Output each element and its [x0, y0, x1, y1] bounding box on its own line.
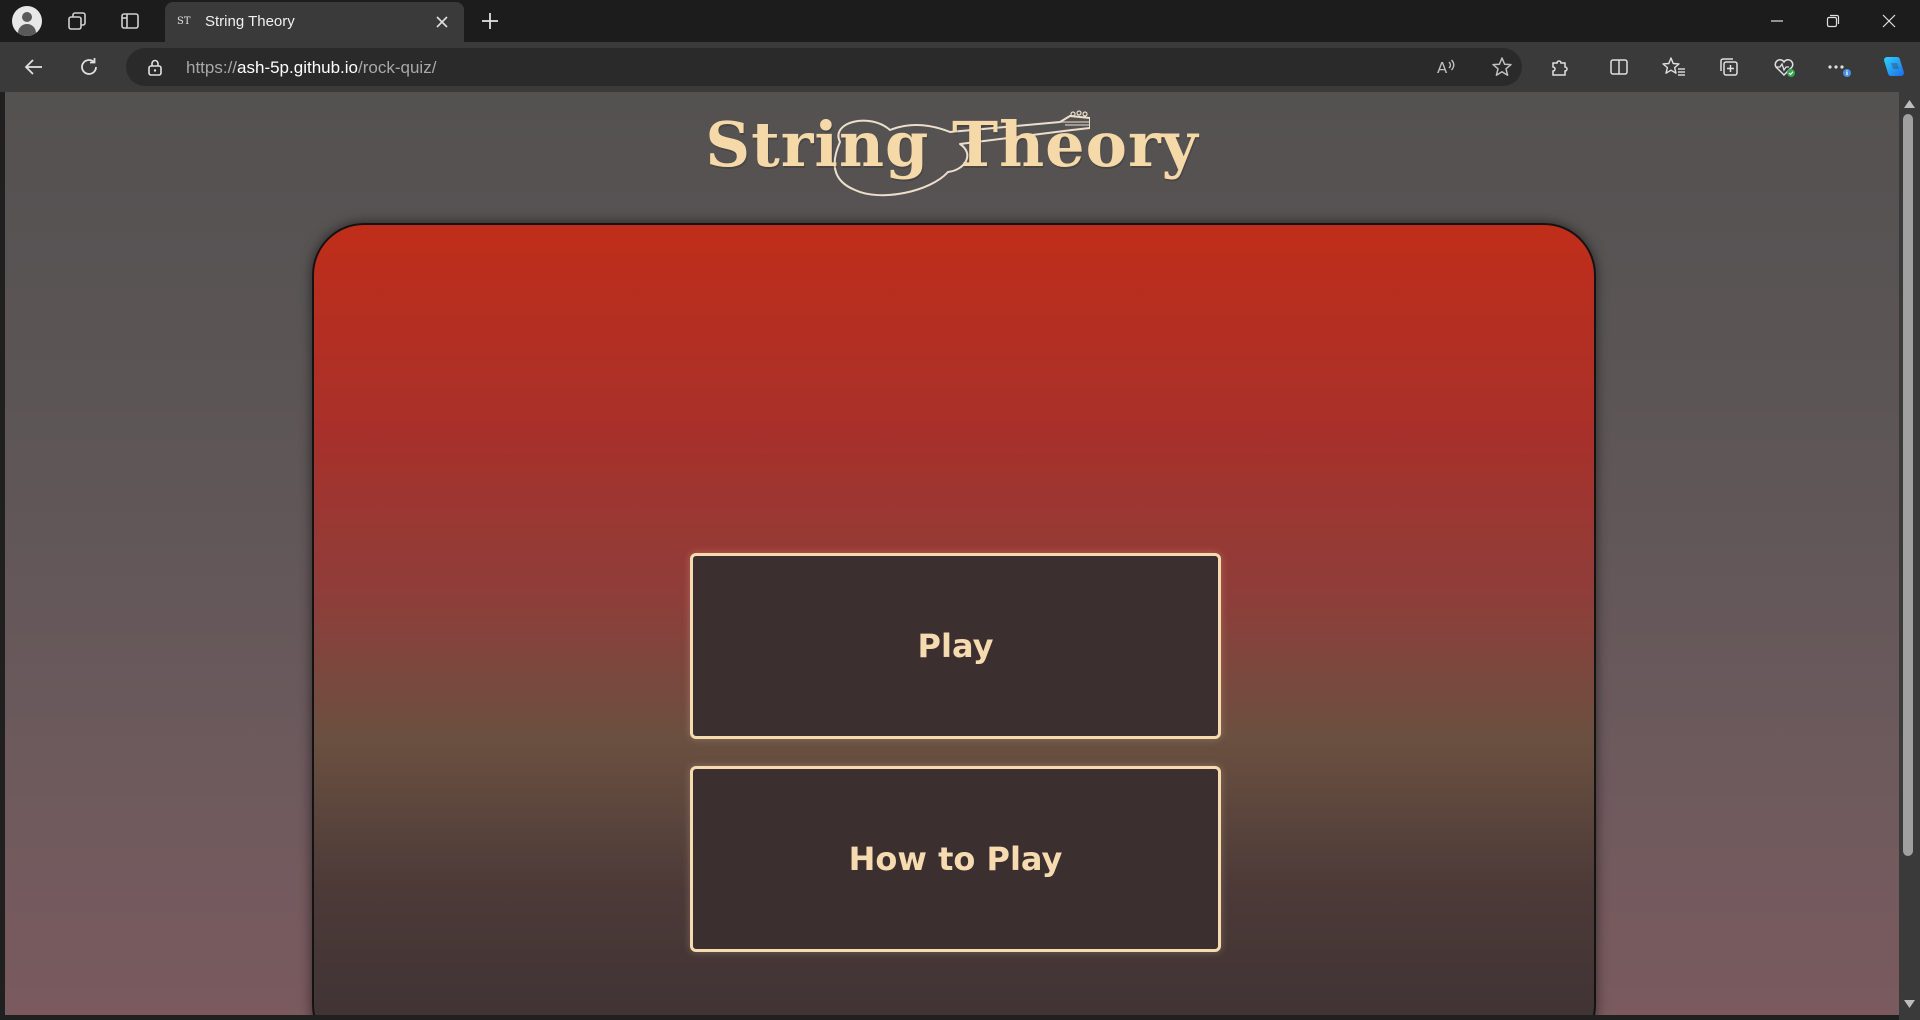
back-arrow-icon [24, 59, 42, 75]
menu-card: Play How to Play [312, 223, 1596, 1015]
copilot-button[interactable] [1877, 51, 1909, 83]
star-icon [1492, 57, 1512, 76]
play-button[interactable]: Play [690, 553, 1221, 739]
vertical-tabs-icon [121, 13, 139, 29]
read-aloud-button[interactable]: A [1430, 51, 1462, 83]
workspaces-button[interactable] [61, 5, 93, 37]
more-button[interactable] [1823, 51, 1855, 83]
site-logo[interactable]: String Theory [5, 92, 1899, 222]
scroll-up-arrow-icon[interactable] [1904, 100, 1915, 108]
vertical-tabs-button[interactable] [114, 5, 146, 37]
refresh-button[interactable] [73, 51, 105, 83]
extensions-button[interactable] [1543, 51, 1575, 83]
new-tab-button[interactable] [474, 5, 506, 37]
split-screen-icon [1610, 59, 1628, 75]
more-icon [1828, 65, 1851, 77]
page-viewport: String Theory Play How to Play [5, 92, 1899, 1015]
copilot-icon [1884, 57, 1904, 76]
restore-button[interactable] [1805, 0, 1861, 42]
browser-window: ST String Theory https://ash-5p.github.i… [0, 0, 1920, 1020]
workspaces-icon [68, 12, 86, 30]
logo-text: String Theory [705, 108, 1199, 181]
favorites-button[interactable] [1658, 51, 1690, 83]
tab-title: String Theory [205, 13, 295, 30]
tab-active[interactable]: ST String Theory [165, 2, 464, 42]
scroll-down-arrow-icon[interactable] [1904, 1000, 1915, 1008]
profile-button[interactable] [11, 5, 43, 37]
lock-icon [148, 59, 162, 76]
how-to-play-button[interactable]: How to Play [690, 766, 1221, 952]
url-text[interactable]: https://ash-5p.github.io/rock-quiz/ [186, 58, 436, 78]
tab-close-button[interactable] [430, 10, 454, 34]
refresh-icon [81, 58, 97, 75]
minimize-button[interactable] [1749, 0, 1805, 42]
tab-strip: ST String Theory [0, 0, 1920, 42]
url-host: ash-5p.github.io [237, 58, 359, 77]
add-favorite-button[interactable] [1486, 51, 1518, 83]
close-icon [436, 16, 448, 28]
close-icon [1882, 14, 1896, 28]
address-bar[interactable]: https://ash-5p.github.io/rock-quiz/ A [126, 48, 1522, 86]
heart-pulse-icon [1774, 59, 1795, 77]
browser-essentials-button[interactable] [1768, 51, 1800, 83]
svg-text:A: A [1437, 59, 1448, 77]
scrollbar-thumb[interactable] [1903, 114, 1913, 856]
url-path: /rock-quiz/ [358, 58, 437, 77]
collections-icon [1720, 58, 1738, 76]
favorites-icon [1662, 57, 1685, 76]
collections-button[interactable] [1713, 51, 1745, 83]
minimize-icon [1771, 20, 1783, 22]
url-scheme: https:// [186, 58, 238, 77]
window-close-button[interactable] [1861, 0, 1917, 42]
tab-favicon: ST [177, 16, 191, 27]
back-button[interactable] [18, 51, 50, 83]
read-aloud-icon: A [1437, 59, 1455, 77]
plus-icon [482, 13, 498, 29]
split-screen-button[interactable] [1603, 51, 1635, 83]
restore-icon [1826, 14, 1840, 28]
extensions-icon [1552, 60, 1568, 76]
page-scrollbar[interactable] [1899, 92, 1920, 1020]
profile-icon [12, 6, 42, 36]
browser-toolbar: https://ash-5p.github.io/rock-quiz/ A [0, 42, 1920, 122]
